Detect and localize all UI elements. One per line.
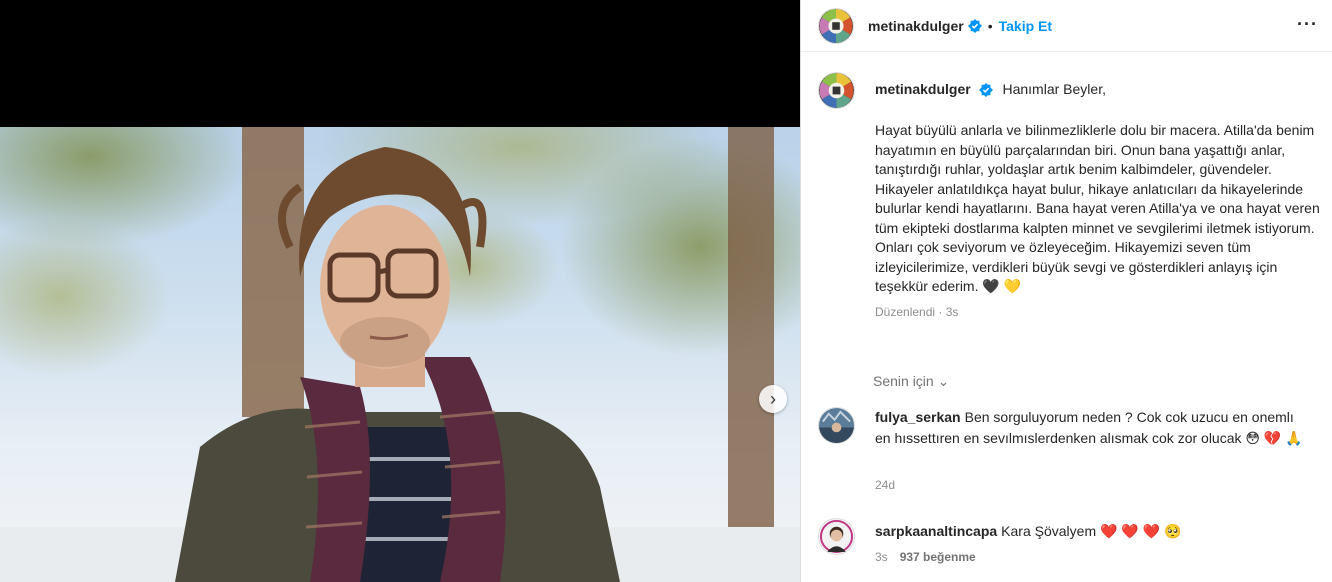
author-avatar[interactable] — [818, 7, 854, 44]
comment-time: 24d — [875, 478, 896, 492]
commenter-avatar[interactable] — [818, 407, 855, 444]
verified-badge-icon — [967, 18, 982, 33]
verified-badge-icon — [978, 83, 993, 98]
chevron-right-icon: › — [770, 388, 776, 409]
post-side-panel: metinakdulger • Takip Et ··· metinakdulg… — [800, 0, 1332, 582]
caption-text: Hayat büyülü anlarla ve bilinmezliklerle… — [875, 122, 1320, 294]
post-caption: metinakdulger Hanımlar Beyler, Hayat büy… — [818, 72, 1323, 319]
comment-body: Kara Şövalyem ❤️ ❤️ ❤️ 🥺 — [1001, 523, 1182, 539]
commenter-avatar[interactable] — [818, 518, 855, 555]
more-options-icon[interactable]: ··· — [1297, 14, 1318, 35]
caption-author-avatar[interactable] — [818, 72, 855, 109]
caption-meta: Düzenlendi · 3s — [875, 304, 959, 319]
follow-button[interactable]: Takip Et — [999, 18, 1052, 34]
comment-item: sarpkaanaltincapa Kara Şövalyem ❤️ ❤️ ❤️ … — [818, 518, 1323, 578]
comment-meta: 24d — [875, 478, 895, 492]
post-photo[interactable] — [0, 127, 800, 582]
comment-username[interactable]: sarpkaanaltincapa — [875, 523, 997, 539]
portrait-image — [0, 127, 800, 582]
comment-like-count[interactable]: 937 beğenme — [900, 550, 976, 564]
post-header: metinakdulger • Takip Et ··· — [801, 0, 1332, 52]
comment-item: fulya_serkan Ben sorguluyorum neden ? Cok… — [818, 407, 1323, 497]
caption-greeting: Hanımlar Beyler, — [1002, 81, 1106, 97]
next-media-button[interactable]: › — [759, 385, 787, 413]
comment-text: sarpkaanaltincapa Kara Şövalyem ❤️ ❤️ ❤️ … — [875, 521, 1305, 542]
comment-sort-dropdown[interactable]: Senin için ⌄ — [873, 373, 949, 390]
post-media: › — [0, 0, 800, 582]
header-separator: • — [987, 17, 993, 34]
comment-text: fulya_serkan Ben sorguluyorum neden ? Cok… — [875, 407, 1305, 449]
comment-meta: 3s 937 beğenme — [875, 550, 976, 564]
author-username[interactable]: metinakdulger — [868, 18, 964, 34]
comment-username[interactable]: fulya_serkan — [875, 409, 961, 425]
comment-time: 3s — [875, 550, 888, 564]
caption-header: metinakdulger Hanımlar Beyler, — [875, 81, 1106, 98]
caption-username[interactable]: metinakdulger — [875, 81, 971, 97]
